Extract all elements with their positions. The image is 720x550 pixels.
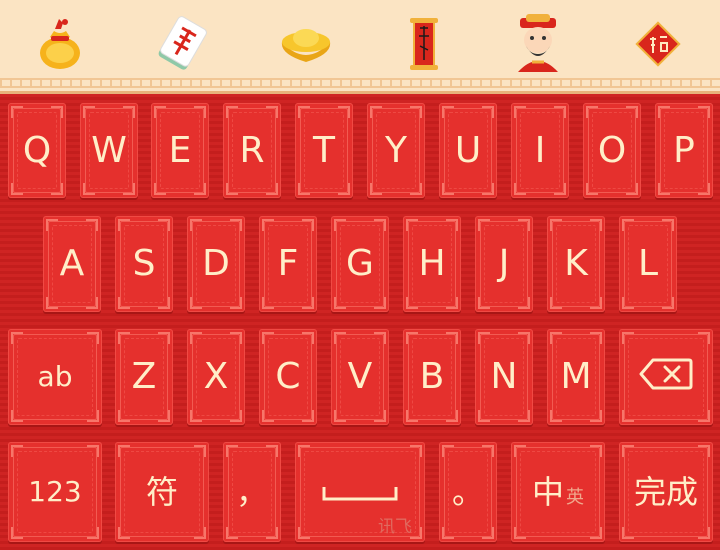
period-key-label: 。 [451, 473, 484, 511]
god-of-wealth-icon[interactable] [510, 14, 566, 72]
key-m[interactable]: M [547, 329, 605, 425]
key-label: C [275, 356, 301, 397]
key-label: I [534, 129, 546, 171]
key-s[interactable]: S [115, 216, 173, 312]
key-r[interactable]: R [223, 103, 281, 198]
key-y[interactable]: Y [367, 103, 425, 198]
key-e[interactable]: E [151, 103, 209, 198]
key-z[interactable]: Z [115, 329, 173, 425]
key-t[interactable]: T [295, 103, 353, 198]
fu-diamond-icon[interactable] [630, 16, 686, 72]
shift-key[interactable]: ab [8, 329, 102, 425]
key-w[interactable]: W [80, 103, 138, 198]
key-label: H [418, 243, 446, 284]
key-k[interactable]: K [547, 216, 605, 312]
key-label: K [564, 243, 588, 284]
key-label: S [132, 243, 156, 284]
red-scroll-icon[interactable] [396, 16, 452, 72]
key-v[interactable]: V [331, 329, 389, 425]
numbers-key-label: 123 [28, 475, 82, 508]
key-u[interactable]: U [439, 103, 497, 198]
key-j[interactable]: J [475, 216, 533, 312]
money-bag-icon[interactable] [32, 16, 88, 72]
key-b[interactable]: B [403, 329, 461, 425]
lang-primary-label: 中 [531, 473, 564, 511]
key-label: G [346, 243, 374, 284]
comma-key[interactable]: ， [223, 442, 281, 542]
key-label: Y [385, 129, 407, 171]
period-key[interactable]: 。 [439, 442, 497, 542]
comma-key-label: ， [235, 473, 268, 511]
key-label: X [203, 356, 229, 397]
shift-key-label: ab [37, 360, 73, 393]
key-label: Q [22, 129, 52, 171]
done-key[interactable]: 完成 [619, 442, 713, 542]
key-label: D [202, 243, 230, 284]
key-a[interactable]: A [43, 216, 101, 312]
lang-secondary-label: 英 [566, 487, 584, 508]
key-label: V [347, 356, 373, 397]
gold-ingot-icon[interactable] [278, 16, 334, 72]
done-key-label: 完成 [633, 473, 698, 511]
numbers-key[interactable]: 123 [8, 442, 102, 542]
key-g[interactable]: G [331, 216, 389, 312]
key-f[interactable]: F [259, 216, 317, 312]
key-o[interactable]: O [583, 103, 641, 198]
key-label: B [419, 356, 445, 397]
symbols-key[interactable]: 符 [115, 442, 209, 542]
key-h[interactable]: H [403, 216, 461, 312]
language-switch-key[interactable]: 中英 [511, 442, 605, 542]
key-label: O [597, 129, 627, 171]
key-label: T [313, 129, 335, 171]
symbols-key-label: 符 [145, 473, 178, 511]
key-l[interactable]: L [619, 216, 677, 312]
key-label: L [637, 243, 659, 284]
fret-border [0, 78, 720, 88]
key-label: A [59, 243, 85, 284]
key-label: Z [131, 356, 157, 397]
key-label: N [490, 356, 518, 397]
backspace-icon [639, 358, 693, 397]
key-label: P [673, 129, 695, 171]
emoji-toolbar [0, 0, 720, 94]
key-label: J [498, 243, 510, 284]
key-i[interactable]: I [511, 103, 569, 198]
key-c[interactable]: C [259, 329, 317, 425]
brand-watermark: 讯飞 [378, 517, 412, 537]
key-label: W [91, 129, 127, 171]
key-q[interactable]: Q [8, 103, 66, 198]
key-x[interactable]: X [187, 329, 245, 425]
key-label: U [454, 129, 482, 171]
key-d[interactable]: D [187, 216, 245, 312]
space-icon [320, 474, 400, 510]
key-label: F [277, 243, 299, 284]
mahjong-tile-icon[interactable] [154, 16, 210, 72]
key-label: E [168, 129, 192, 171]
key-label: M [560, 356, 592, 397]
key-n[interactable]: N [475, 329, 533, 425]
key-label: R [239, 129, 265, 171]
backspace-key[interactable] [619, 329, 713, 425]
key-p[interactable]: P [655, 103, 713, 198]
